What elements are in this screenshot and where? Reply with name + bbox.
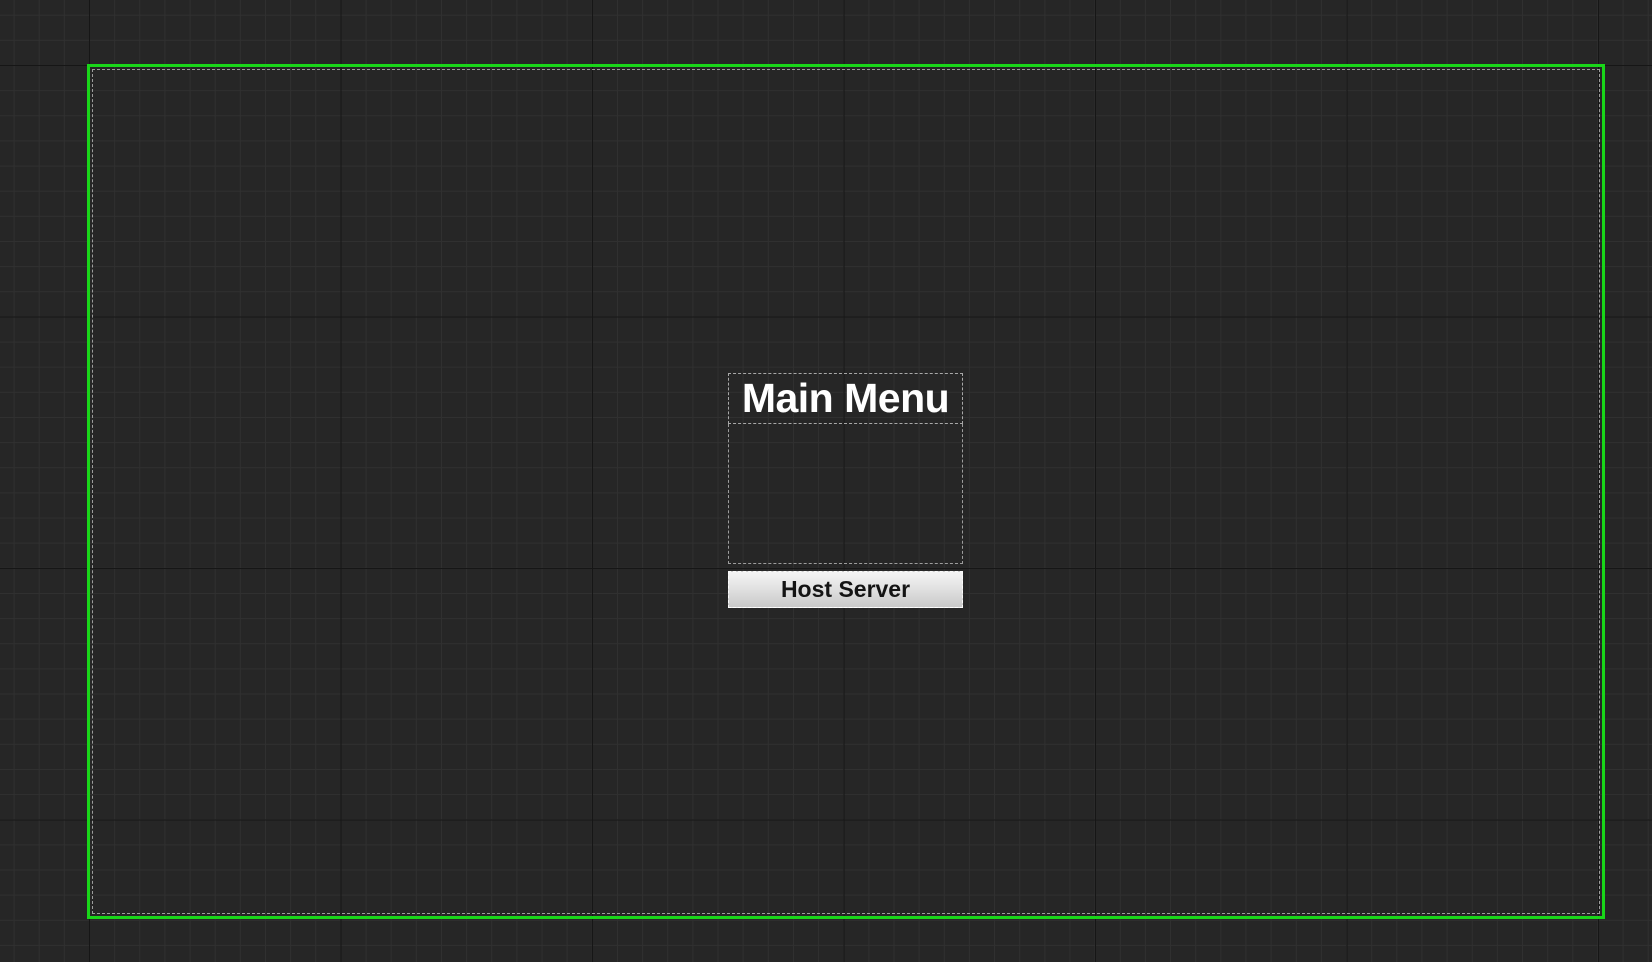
designer-canvas[interactable]: Main Menu Host Server (0, 0, 1652, 962)
title-textblock[interactable]: Main Menu (728, 373, 963, 424)
host-server-button-label: Host Server (780, 576, 911, 602)
main-menu-title: Main Menu (741, 375, 950, 421)
host-server-button[interactable]: Host Server (728, 571, 963, 608)
main-menu-widget[interactable]: Main Menu Host Server (728, 373, 963, 608)
spacer-widget[interactable] (728, 424, 963, 564)
